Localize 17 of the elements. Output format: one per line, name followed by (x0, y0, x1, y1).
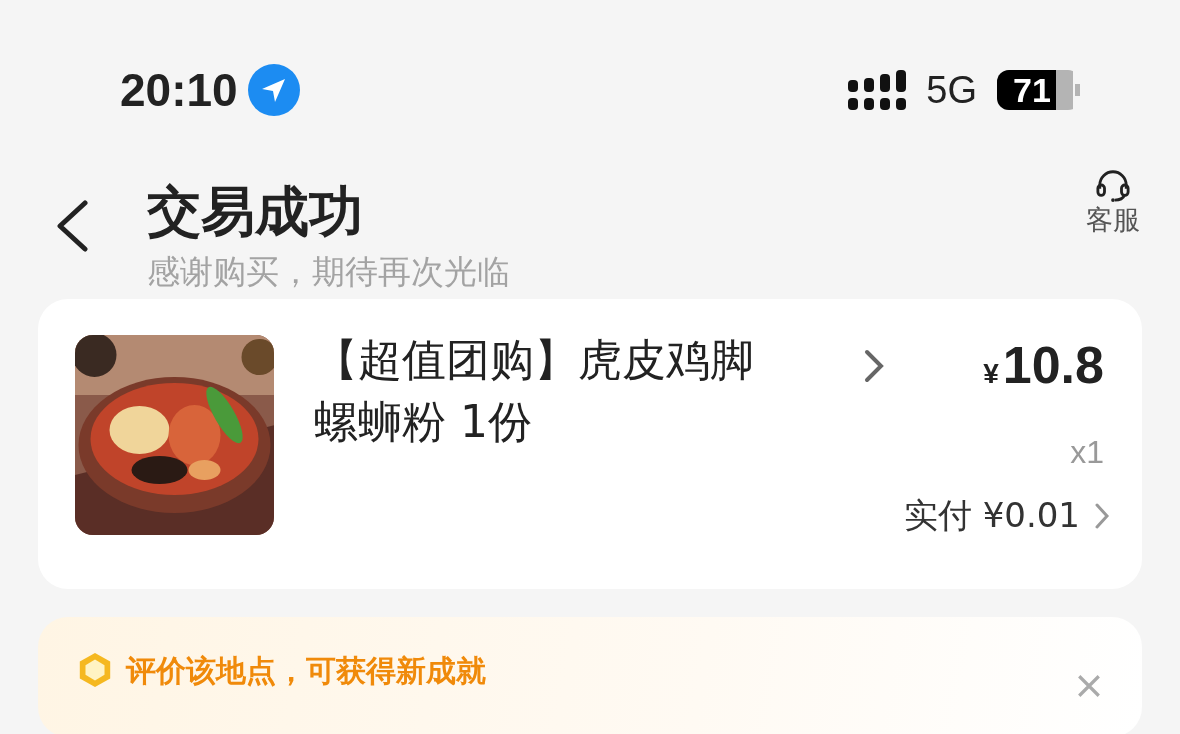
review-prompt: 评价该地点，可获得新成就 (126, 652, 487, 690)
price: ¥10.8 (983, 335, 1104, 396)
chevron-right-icon (864, 349, 884, 383)
product-title[interactable]: 【超值团购】虎皮鸡脚螺蛳粉 1份 (314, 329, 794, 589)
signal-icon (848, 70, 907, 110)
network-label: 5G (926, 68, 977, 112)
paid-amount: 实付 ¥0.01 (903, 494, 1080, 537)
chevron-right-icon (1094, 502, 1110, 530)
back-icon[interactable] (55, 200, 89, 252)
customer-service-button[interactable]: 客服 (1086, 168, 1140, 248)
page-subtitle: 感谢购买，期待再次光临 (147, 251, 511, 293)
status-time: 20:10 (120, 63, 238, 117)
battery-level: 71 (1012, 70, 1052, 110)
headset-icon (1094, 168, 1132, 202)
quantity: x1 (1070, 434, 1104, 471)
page-title: 交易成功 (147, 179, 364, 245)
order-card[interactable]: 【超值团购】虎皮鸡脚螺蛳粉 1份 ¥10.8 x1 实付 ¥0.01 (38, 299, 1142, 589)
